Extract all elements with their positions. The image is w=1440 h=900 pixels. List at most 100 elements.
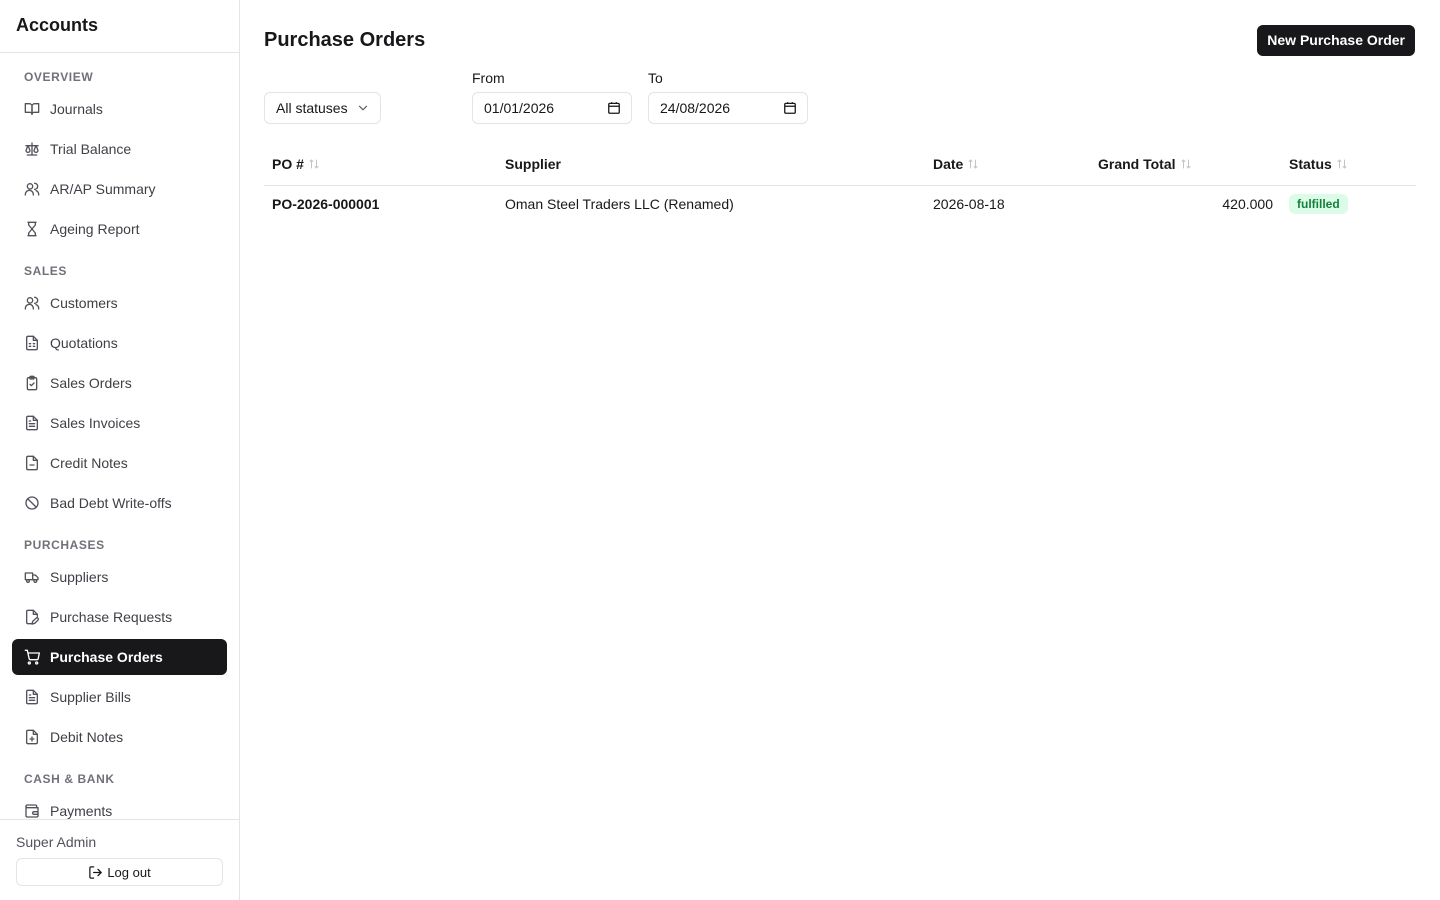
- current-user: Super Admin: [16, 834, 97, 850]
- users-icon: [24, 181, 40, 197]
- file-text-icon: [24, 689, 40, 705]
- sidebar-item-label: Trial Balance: [50, 141, 132, 157]
- sidebar-item-payments[interactable]: Payments: [12, 793, 227, 819]
- sidebar-item-suppliers[interactable]: Suppliers: [12, 559, 227, 595]
- sidebar-section-label: OVERVIEW: [24, 70, 94, 84]
- sidebar-item-label: Ageing Report: [50, 221, 140, 237]
- column-header-po[interactable]: PO #: [264, 144, 497, 186]
- status-filter-select[interactable]: All statuses: [264, 92, 381, 124]
- file-text-icon: [24, 415, 40, 431]
- sidebar-item-label: Supplier Bills: [50, 689, 131, 705]
- calendar-icon[interactable]: [607, 101, 621, 115]
- sidebar-section-cash-bank: CASH & BANK Payments: [12, 771, 227, 819]
- purchase-orders-table: PO # Supplier Date Grand Total Status PO…: [264, 144, 1416, 223]
- sort-icon: [308, 157, 320, 169]
- file-minus-icon: [24, 455, 40, 471]
- sidebar-item-label: Journals: [50, 101, 103, 117]
- sidebar-item-quotations[interactable]: Quotations: [12, 325, 227, 361]
- cell-po-number[interactable]: PO-2026-000001: [264, 185, 497, 223]
- column-header-supplier: Supplier: [497, 144, 925, 186]
- from-date-field: From 01/01/2026: [472, 70, 632, 124]
- cell-status: fulfilled: [1281, 185, 1416, 223]
- sidebar-item-label: Quotations: [50, 335, 118, 351]
- cell-date: 2026-08-18: [933, 196, 1005, 213]
- sidebar-section-label: CASH & BANK: [24, 772, 115, 786]
- sidebar: Accounts OVERVIEW Journals Trial Balance AR…: [0, 0, 240, 900]
- sidebar-item-sales-orders[interactable]: Sales Orders: [12, 365, 227, 401]
- new-purchase-order-button[interactable]: New Purchase Order: [1257, 24, 1415, 56]
- sidebar-item-purchase-orders[interactable]: Purchase Orders: [12, 639, 227, 675]
- sidebar-item-label: Credit Notes: [50, 455, 128, 471]
- sidebar-section-purchases: PURCHASES Suppliers Purchase Requests Purch…: [12, 537, 227, 755]
- cart-icon: [24, 649, 40, 665]
- hourglass-icon: [24, 221, 40, 237]
- file-pen-icon: [24, 609, 40, 625]
- sidebar-section-label: PURCHASES: [24, 538, 105, 552]
- calendar-icon[interactable]: [783, 101, 797, 115]
- to-date-input[interactable]: 24/08/2026: [648, 92, 808, 124]
- cell-supplier: Oman Steel Traders LLC (Renamed): [505, 196, 734, 213]
- sidebar-item-label: Suppliers: [50, 569, 109, 585]
- ban-icon: [24, 495, 40, 511]
- sidebar-item-label: AR/AP Summary: [50, 181, 156, 197]
- from-date-value: 01/01/2026: [484, 100, 555, 116]
- sort-icon: [967, 157, 979, 169]
- sidebar-item-sales-invoices[interactable]: Sales Invoices: [12, 405, 227, 441]
- sidebar-section-label: SALES: [24, 264, 68, 278]
- to-date-value: 24/08/2026: [660, 100, 731, 116]
- sidebar-item-label: Sales Orders: [50, 375, 132, 391]
- wallet-icon: [24, 803, 40, 819]
- sidebar-item-debit-notes[interactable]: Debit Notes: [12, 719, 227, 755]
- table-header-row: PO # Supplier Date Grand Total Status: [264, 144, 1416, 186]
- sidebar-item-label: Debit Notes: [50, 729, 124, 745]
- from-date-input[interactable]: 01/01/2026: [472, 92, 632, 124]
- filters-bar: All statuses From 01/01/2026 To 24/08/20…: [264, 70, 1416, 124]
- sidebar-nav: OVERVIEW Journals Trial Balance AR/AP Summa…: [0, 53, 239, 819]
- to-date-label: To: [648, 70, 663, 86]
- sidebar-footer: Super Admin Log out: [0, 819, 239, 900]
- logout-button[interactable]: Log out: [16, 858, 223, 886]
- cell-grand-total: 420.000: [1222, 196, 1273, 213]
- sidebar-section-sales: SALES Customers Quotations Sales Orders Sale…: [12, 263, 227, 521]
- file-plus-icon: [24, 729, 40, 745]
- sidebar-item-label: Sales Invoices: [50, 415, 141, 431]
- app-root: Accounts OVERVIEW Journals Trial Balance AR…: [0, 0, 1440, 900]
- sidebar-item-label: Payments: [50, 803, 113, 819]
- sidebar-item-ar-ap-summary[interactable]: AR/AP Summary: [12, 171, 227, 207]
- sidebar-item-trial-balance[interactable]: Trial Balance: [12, 131, 227, 167]
- book-icon: [24, 101, 40, 117]
- sidebar-header: Accounts: [0, 0, 239, 53]
- sidebar-item-supplier-bills[interactable]: Supplier Bills: [12, 679, 227, 715]
- column-header-grand-total[interactable]: Grand Total: [1090, 144, 1281, 186]
- file-spreadsheet-icon: [24, 335, 40, 351]
- sidebar-item-label: Customers: [50, 295, 118, 311]
- sidebar-item-label: Purchase Orders: [50, 649, 163, 665]
- to-date-field: To 24/08/2026: [648, 70, 808, 124]
- app-title: Accounts: [16, 14, 99, 35]
- sort-icon: [1180, 157, 1192, 169]
- logout-label: Log out: [107, 864, 151, 880]
- page-title: Purchase Orders: [264, 28, 426, 51]
- sidebar-item-ageing-report[interactable]: Ageing Report: [12, 211, 227, 247]
- sidebar-item-journals[interactable]: Journals: [12, 91, 227, 127]
- sidebar-item-purchase-requests[interactable]: Purchase Requests: [12, 599, 227, 635]
- column-header-status[interactable]: Status: [1281, 144, 1416, 186]
- status-filter-value: All statuses: [276, 100, 348, 116]
- chevron-down-icon: [356, 101, 370, 115]
- column-header-date[interactable]: Date: [925, 144, 1090, 186]
- sidebar-section-overview: OVERVIEW Journals Trial Balance AR/AP Summa…: [12, 69, 227, 247]
- clipboard-check-icon: [24, 375, 40, 391]
- status-badge: fulfilled: [1289, 194, 1348, 215]
- page-header: Purchase Orders New Purchase Order: [264, 24, 1416, 56]
- sidebar-item-credit-notes[interactable]: Credit Notes: [12, 445, 227, 481]
- truck-icon: [24, 569, 40, 585]
- from-date-label: From: [472, 70, 505, 86]
- users-icon: [24, 295, 40, 311]
- sort-icon: [1336, 157, 1348, 169]
- table-row[interactable]: PO-2026-000001 Oman Steel Traders LLC (R…: [264, 185, 1416, 223]
- sidebar-item-label: Purchase Requests: [50, 609, 173, 625]
- sidebar-item-customers[interactable]: Customers: [12, 285, 227, 321]
- scale-icon: [24, 141, 40, 157]
- main-content: Purchase Orders New Purchase Order All s…: [240, 0, 1440, 900]
- sidebar-item-bad-debt-write-offs[interactable]: Bad Debt Write-offs: [12, 485, 227, 521]
